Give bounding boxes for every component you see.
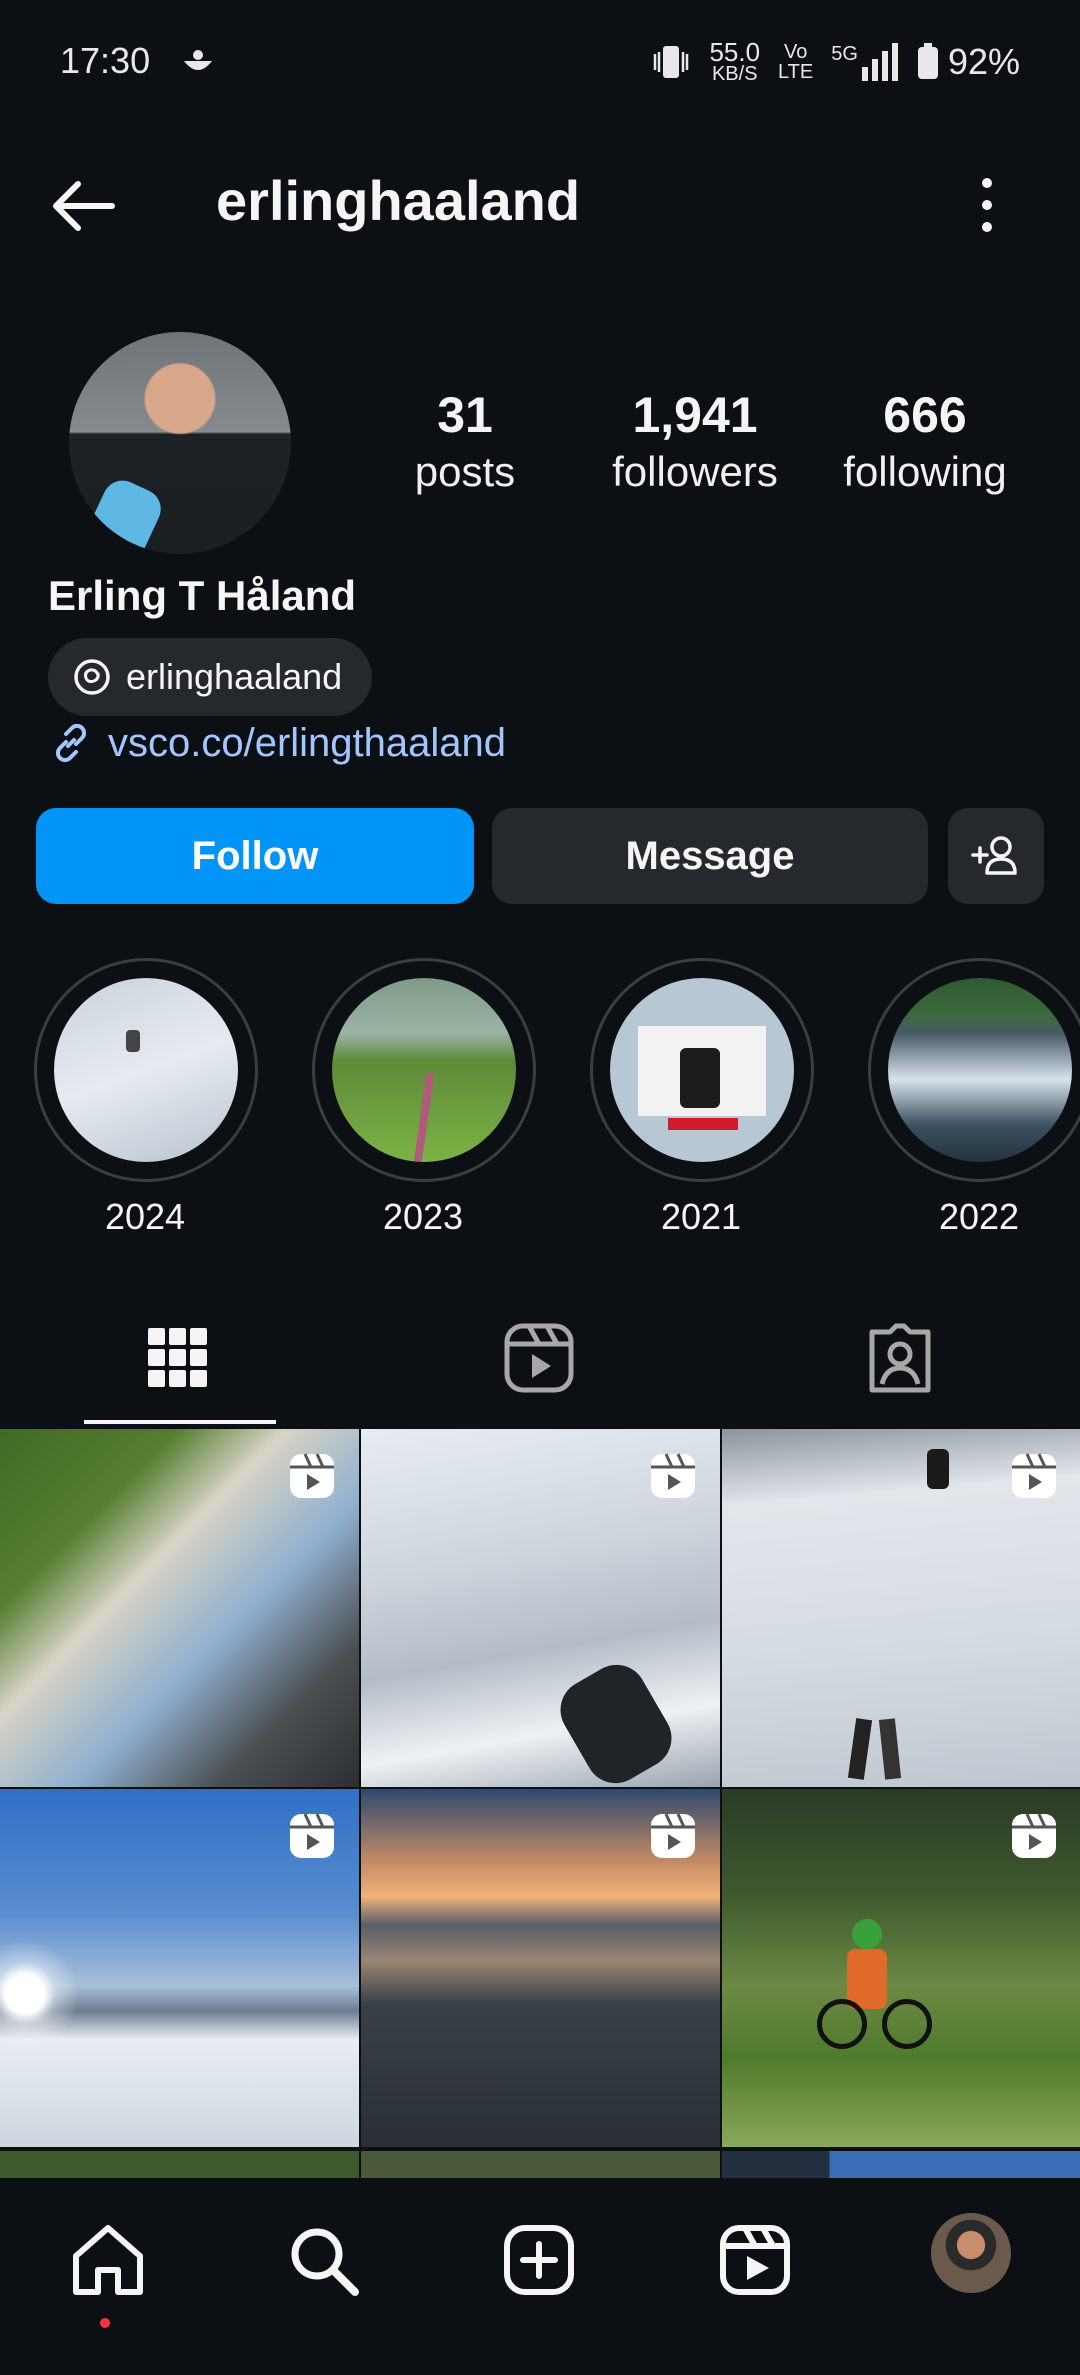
- reel-badge-icon: [290, 1813, 334, 1858]
- stat-following-label: following: [843, 448, 1007, 495]
- threads-handle: erlinghaaland: [126, 656, 343, 697]
- status-time: 17:30: [60, 40, 218, 82]
- post-thumbnail[interactable]: [722, 1789, 1080, 2147]
- highlight-2022[interactable]: 2022: [868, 958, 1080, 1238]
- net-speed: 55.0 KB/S: [709, 37, 761, 85]
- highlight-2023[interactable]: 2023: [312, 958, 536, 1238]
- highlight-2021[interactable]: 2021: [590, 958, 814, 1238]
- create-icon[interactable]: [499, 2220, 579, 2300]
- message-button[interactable]: Message: [492, 808, 928, 904]
- posts-grid-next-row: [0, 2151, 1080, 2179]
- reels-tab-icon[interactable]: [499, 1318, 579, 1398]
- stat-followers[interactable]: 1,941 followers: [585, 385, 805, 499]
- reel-badge-icon: [651, 1453, 695, 1498]
- post-thumbnail[interactable]: [722, 2151, 1080, 2179]
- highlight-ring: [590, 958, 814, 1182]
- volte-indicator: Vo LTE: [778, 41, 814, 83]
- highlight-cover: [332, 978, 516, 1162]
- vibrate-icon: [654, 46, 689, 78]
- highlight-ring: [868, 958, 1080, 1182]
- post-thumbnail[interactable]: [361, 1789, 720, 2147]
- stat-posts[interactable]: 31 posts: [380, 385, 550, 499]
- stat-following[interactable]: 666 following: [820, 385, 1030, 499]
- suggested-users-button[interactable]: [948, 808, 1044, 904]
- highlight-cover: [888, 978, 1072, 1162]
- stat-followers-value: 1,941: [632, 387, 758, 443]
- profile-link[interactable]: vsco.co/erlingthaaland: [48, 720, 506, 766]
- posts-grid: [0, 1429, 1080, 2147]
- active-tab-indicator: [84, 1420, 276, 1424]
- reel-badge-icon: [1012, 1813, 1056, 1858]
- highlight-ring: [312, 958, 536, 1182]
- grid-icon[interactable]: [138, 1318, 218, 1398]
- post-thumbnail[interactable]: [0, 1429, 359, 1787]
- highlight-cover: [54, 978, 238, 1162]
- home-notification-dot: [100, 2318, 110, 2328]
- reels-icon[interactable]: [715, 2220, 795, 2300]
- reel-badge-icon: [651, 1813, 695, 1858]
- post-thumbnail[interactable]: [722, 1429, 1080, 1787]
- header-username: erlinghaaland: [216, 169, 581, 232]
- post-thumbnail[interactable]: [0, 2151, 359, 2179]
- follow-button[interactable]: Follow: [36, 808, 474, 904]
- highlight-2024[interactable]: 2024: [34, 958, 258, 1238]
- more-options-icon[interactable]: [972, 175, 1002, 235]
- status-icons: 55.0 KB/S Vo LTE 5G 92%: [651, 37, 1020, 85]
- battery-indicator: 92%: [916, 41, 1020, 83]
- highlight-label: 2024: [104, 1196, 186, 1237]
- battery-icon: [917, 43, 938, 79]
- add-person-icon: [971, 836, 1017, 875]
- highlight-cover: [610, 978, 794, 1162]
- reel-badge-icon: [290, 1453, 334, 1498]
- home-icon[interactable]: [68, 2220, 148, 2300]
- signal-indicator: 5G: [831, 43, 898, 81]
- link-icon: [55, 723, 87, 763]
- tagged-icon[interactable]: [860, 1318, 940, 1398]
- stat-posts-value: 31: [437, 387, 493, 443]
- search-icon[interactable]: [283, 2220, 363, 2300]
- post-thumbnail[interactable]: [361, 2151, 720, 2179]
- post-thumbnail[interactable]: [361, 1429, 720, 1787]
- profile-link-text: vsco.co/erlingthaaland: [108, 720, 507, 765]
- reel-badge-icon: [1012, 1453, 1056, 1498]
- back-arrow-icon[interactable]: [48, 170, 120, 242]
- stat-posts-label: posts: [414, 448, 516, 495]
- highlight-label: 2022: [938, 1196, 1020, 1237]
- profile-avatar[interactable]: [69, 332, 291, 554]
- threads-badge[interactable]: erlinghaaland: [48, 638, 373, 716]
- highlight-label: 2021: [660, 1196, 742, 1237]
- notification-icon: [184, 50, 213, 71]
- profile-avatar-nav[interactable]: [931, 2213, 1011, 2293]
- threads-icon: [74, 659, 110, 695]
- stat-following-value: 666: [883, 387, 967, 443]
- highlight-label: 2023: [382, 1196, 464, 1237]
- stat-followers-label: followers: [612, 448, 778, 495]
- highlight-ring: [34, 958, 258, 1182]
- post-thumbnail[interactable]: [0, 1789, 359, 2147]
- avatar-surfboard: [70, 474, 168, 554]
- profile-full-name: Erling T Håland: [48, 572, 357, 619]
